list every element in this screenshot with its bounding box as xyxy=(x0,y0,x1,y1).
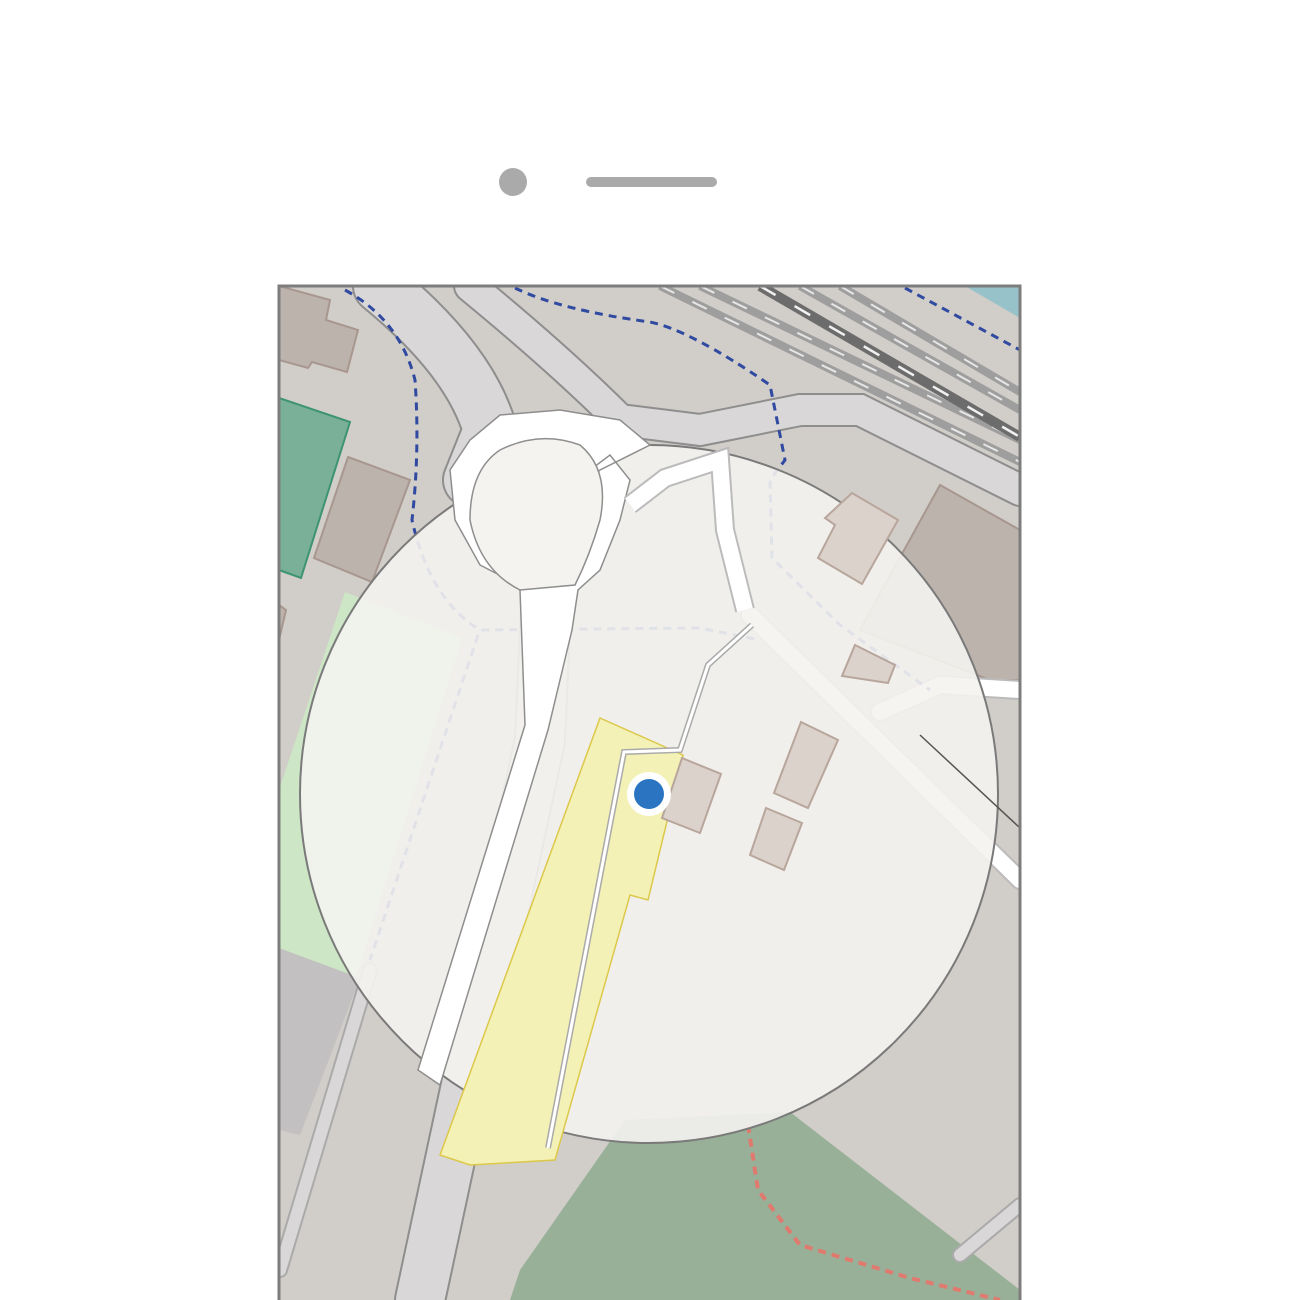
current-location-marker[interactable] xyxy=(627,772,671,816)
camera-icon xyxy=(499,168,527,196)
phone-mockup xyxy=(277,168,1022,1300)
speaker-icon xyxy=(586,177,717,187)
current-location-dot-icon xyxy=(634,779,664,809)
map-view[interactable] xyxy=(279,286,1020,1300)
